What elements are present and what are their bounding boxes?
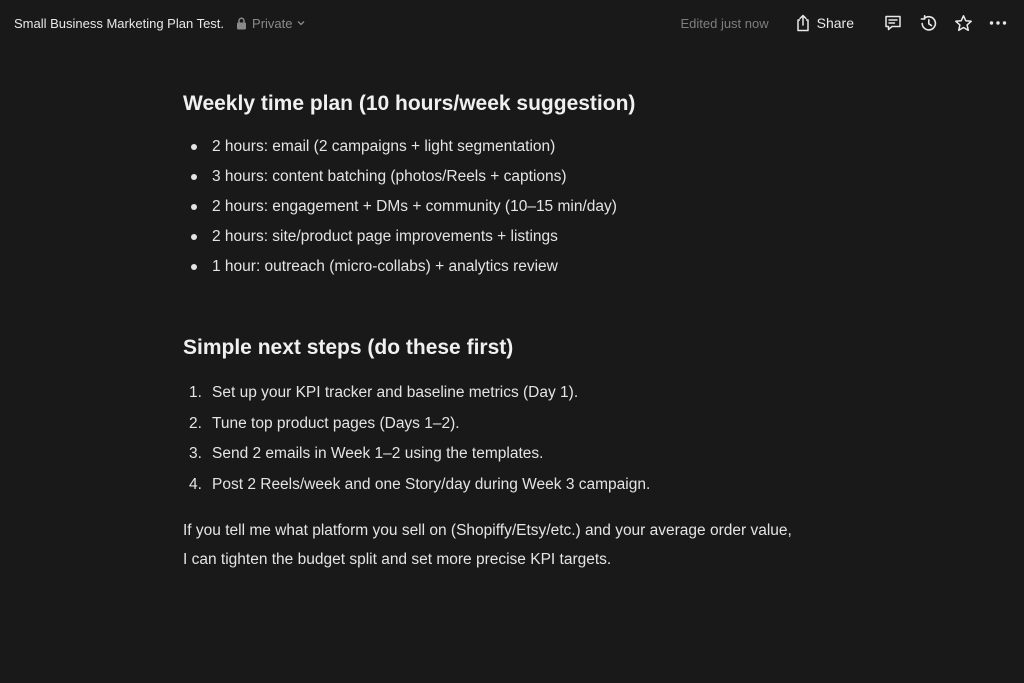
share-icon (796, 14, 809, 32)
list-item: 2 hours: engagement + DMs + community (1… (183, 192, 863, 222)
privacy-label: Private (252, 15, 293, 31)
lock-icon (237, 17, 247, 29)
time-plan-list: 2 hours: email (2 campaigns + light segm… (183, 132, 863, 282)
section-heading-time-plan: Weekly time plan (10 hours/week suggesti… (183, 92, 636, 115)
bullet-dot (191, 234, 197, 240)
list-item: 2. Tune top product pages (Days 1–2). (183, 409, 863, 440)
list-item-text: 2 hours: email (2 campaigns + light segm… (212, 138, 556, 155)
list-item-text: 2 hours: site/product page improvements … (212, 228, 558, 245)
chevron-down-icon (297, 21, 304, 26)
document-body: Weekly time plan (10 hours/week suggesti… (183, 86, 863, 574)
share-label: Share (816, 15, 854, 31)
history-icon (920, 14, 936, 31)
top-bar: Small Business Marketing Plan Test. Priv… (0, 0, 1024, 46)
list-item-text: 1 hour: outreach (micro-collabs) + analy… (212, 258, 558, 275)
edited-status: Edited just now (680, 15, 769, 31)
more-icon (989, 21, 1007, 25)
closing-line: I can tighten the budget split and set m… (183, 551, 612, 568)
privacy-dropdown[interactable]: Private (236, 16, 304, 31)
list-item: 2 hours: site/product page improvements … (183, 222, 863, 252)
list-item-text: Send 2 emails in Week 1–2 using the temp… (212, 445, 544, 462)
bullet-dot (191, 204, 197, 210)
closing-paragraph: If you tell me what platform you sell on… (183, 516, 863, 574)
list-number: 4. (189, 475, 202, 493)
list-item: 3 hours: content batching (photos/Reels … (183, 162, 863, 192)
star-icon (954, 14, 972, 31)
section-heading-next-steps: Simple next steps (do these first) (183, 336, 514, 359)
bullet-dot (191, 144, 197, 150)
bullet-dot (191, 174, 197, 180)
list-item: 4. Post 2 Reels/week and one Story/day du… (183, 470, 863, 501)
comments-button[interactable] (881, 11, 905, 35)
favorite-button[interactable] (951, 11, 975, 35)
list-number: 3. (189, 445, 202, 462)
list-item-text: Post 2 Reels/week and one Story/day duri… (212, 475, 651, 493)
comment-icon (885, 15, 901, 31)
page-title[interactable]: Small Business Marketing Plan Test. (14, 16, 224, 31)
list-item-text: 3 hours: content batching (photos/Reels … (212, 168, 567, 185)
list-item-text: Set up your KPI tracker and baseline met… (212, 384, 579, 401)
share-button[interactable]: Share (795, 14, 854, 32)
list-number: 2. (189, 414, 202, 432)
bullet-dot (191, 264, 197, 270)
list-item: 1. Set up your KPI tracker and baseline m… (183, 378, 863, 409)
more-options-button[interactable] (986, 11, 1010, 35)
list-item: 1 hour: outreach (micro-collabs) + analy… (183, 252, 863, 282)
next-steps-list: 1. Set up your KPI tracker and baseline m… (183, 378, 863, 500)
list-item-text: 2 hours: engagement + DMs + community (1… (212, 198, 617, 215)
list-item: 3. Send 2 emails in Week 1–2 using the te… (183, 439, 863, 470)
history-button[interactable] (916, 11, 940, 35)
list-item: 2 hours: email (2 campaigns + light segm… (183, 132, 863, 162)
closing-line: If you tell me what platform you sell on… (183, 522, 792, 539)
list-item-text: Tune top product pages (Days 1–2). (212, 414, 460, 432)
list-number: 1. (189, 384, 202, 401)
